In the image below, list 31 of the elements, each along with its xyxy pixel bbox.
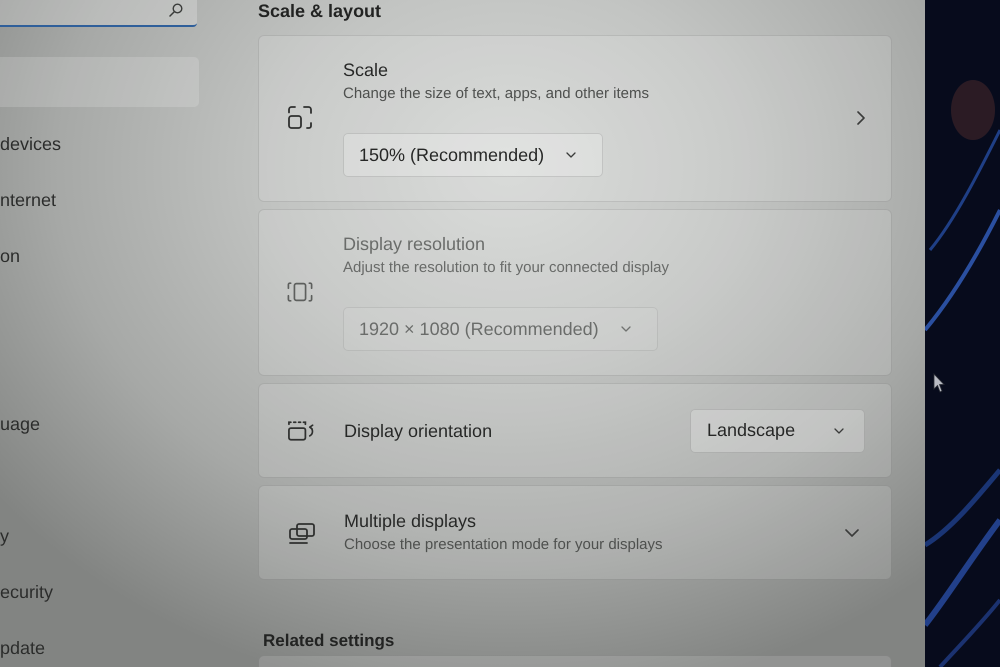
- section-heading: Related settings: [263, 630, 394, 652]
- chevron-down-icon[interactable]: [845, 528, 859, 536]
- monitors-icon: [287, 522, 317, 544]
- setting-title: Scale: [343, 59, 388, 81]
- nav-item[interactable]: pdate: [0, 638, 46, 658]
- caret-icon: [620, 326, 631, 332]
- search-field[interactable]: [0, 0, 197, 27]
- nav-item[interactable]: uage: [0, 414, 40, 434]
- settings-card[interactable]: Scale Change the size of text, apps, and other items 150% (Recommended): [258, 35, 892, 202]
- nav-item[interactable]: y: [0, 526, 9, 546]
- dropdown[interactable]: 150% (Recommended): [343, 133, 604, 177]
- settings-card[interactable]: Display orientation Landscape: [258, 383, 892, 478]
- nav-item[interactable]: nternet: [0, 190, 56, 210]
- nav-item[interactable]: devices: [0, 134, 62, 154]
- setting-description: Change the size of text, apps, and other items: [343, 84, 650, 104]
- caret-icon: [566, 152, 576, 158]
- nav-item[interactable]: on: [0, 246, 20, 266]
- nav-item[interactable]: ecurity: [0, 582, 54, 602]
- dropdown[interactable]: Landscape: [690, 408, 865, 452]
- chevron-right-icon[interactable]: [857, 111, 865, 125]
- setting-title: Multiple displays: [344, 510, 476, 532]
- setting-title: Display orientation: [344, 420, 492, 442]
- setting-description: Choose the presentation mode for your displays: [344, 535, 663, 555]
- cursor-icon: [933, 373, 945, 393]
- search-icon: [169, 3, 183, 17]
- setting-title: Display resolution: [343, 233, 486, 255]
- settings-card[interactable]: Multiple displays Choose the presentation mode for your displays: [258, 485, 892, 580]
- setting-description: Adjust the resolution to fit your connected display: [343, 258, 670, 278]
- section-heading: Scale & layout: [258, 0, 382, 22]
- scale-icon: [287, 105, 313, 131]
- caret-icon: [834, 428, 844, 434]
